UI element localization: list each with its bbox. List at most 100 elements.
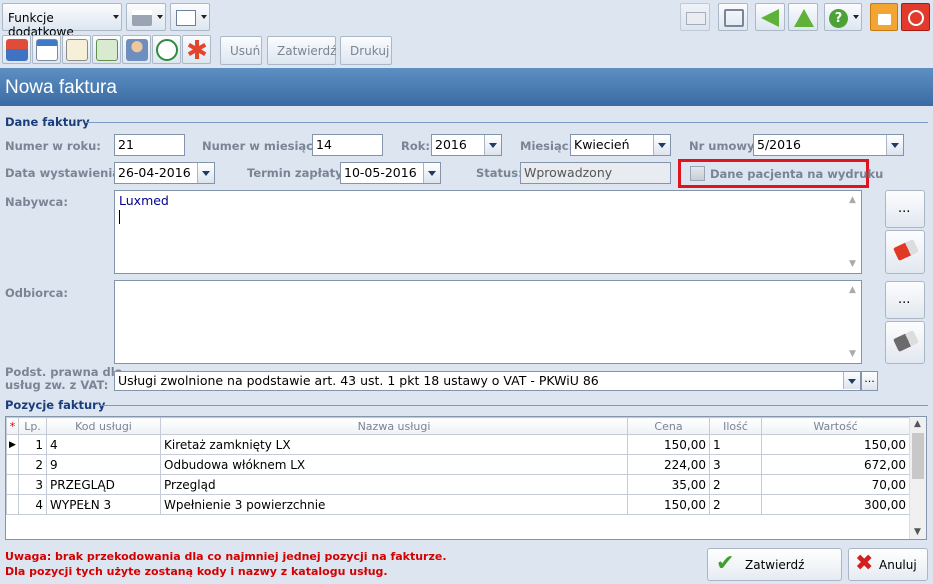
cell-ilosc[interactable]: 2 [709, 474, 762, 495]
cell-nazwa[interactable]: Przegląd [160, 474, 628, 495]
cell-cena[interactable]: 150,00 [627, 494, 710, 515]
documents-button[interactable] [92, 35, 121, 64]
nr-umowy-value: 5/2016 [757, 137, 801, 152]
row-selector[interactable] [6, 494, 19, 515]
scroll-down-icon: ▼ [849, 259, 856, 269]
zatwierdz-toolbar-label: Zatwierdź [277, 44, 337, 58]
column-header-ilosc[interactable]: Ilość [709, 417, 762, 435]
termin-zaplaty-select[interactable]: 10-05-2016 [340, 162, 441, 184]
mail-button[interactable] [680, 3, 710, 31]
odbiorca-textarea[interactable]: ▲ ▼ [114, 280, 862, 364]
nabywca-textarea[interactable]: Luxmed ▲ ▼ [114, 190, 862, 274]
chevron-down-icon[interactable] [886, 135, 903, 155]
miesiac-value: Kwiecień [574, 137, 630, 152]
column-header-kod[interactable]: Kod usługi [46, 417, 161, 435]
warning-line-2: Dla pozycji tych użyte zostaną kody i na… [5, 565, 388, 578]
scroll-up-icon: ▲ [849, 195, 856, 205]
cell-lp: 4 [18, 494, 47, 515]
medical-button[interactable]: ✱ [182, 35, 211, 64]
dane-pacjenta-checkbox[interactable] [690, 166, 705, 181]
odbiorca-browse-label: ... [898, 292, 911, 307]
cell-ilosc[interactable]: 3 [709, 454, 762, 475]
miesiac-select[interactable]: Kwiecień [570, 134, 671, 156]
schedule-button[interactable] [152, 35, 181, 64]
usun-button[interactable]: Usuń [220, 36, 262, 65]
nabywca-browse-label: ... [898, 201, 911, 216]
power-button[interactable] [901, 3, 930, 31]
odbiorca-scrollbar[interactable]: ▲ ▼ [844, 281, 861, 363]
clock-icon [156, 39, 178, 61]
cell-ilosc[interactable]: 1 [709, 434, 762, 455]
nabywca-scrollbar[interactable]: ▲ ▼ [844, 191, 861, 273]
back-button[interactable] [755, 3, 785, 31]
column-header-cena[interactable]: Cena [627, 417, 710, 435]
home-button[interactable] [2, 35, 31, 64]
nr-umowy-label: Nr umowy: [689, 139, 760, 153]
podst-prawna-select[interactable]: Usługi zwolnione na podstawie art. 43 us… [114, 371, 861, 391]
anuluj-button[interactable]: ✖ Anuluj [848, 548, 928, 581]
zatwierdz-toolbar-button[interactable]: Zatwierdź [267, 36, 336, 65]
drukuj-button[interactable]: Drukuj [340, 36, 392, 65]
help-dropdown-button[interactable]: ? [824, 3, 862, 31]
cell-kod[interactable]: WYPEŁN 3 [46, 494, 161, 515]
rok-select[interactable]: 2016 [431, 134, 502, 156]
column-header-lp[interactable]: Lp. [18, 417, 47, 435]
chevron-down-icon[interactable] [197, 163, 214, 183]
scroll-up-icon[interactable]: ▲ [914, 419, 921, 429]
scroll-up-icon: ▲ [849, 285, 856, 295]
arrow-up-icon [794, 9, 814, 27]
cell-kod[interactable]: 9 [46, 454, 161, 475]
nabywca-clear-button[interactable] [885, 230, 925, 274]
warning-message: Uwaga: brak przekodowania dla co najmnie… [5, 549, 447, 579]
zatwierdz-button[interactable]: ✔ Zatwierdź [707, 548, 842, 581]
cell-cena[interactable]: 35,00 [627, 474, 710, 495]
row-selector-current[interactable]: ▶ [6, 434, 19, 455]
odbiorca-browse-button[interactable]: ... [885, 281, 925, 319]
chevron-down-icon[interactable] [484, 135, 501, 155]
table-row[interactable]: ▶ 1 4 Kiretaż zamknięty LX 150,00 1 150,… [6, 434, 910, 455]
scroll-thumb[interactable] [912, 433, 924, 479]
patients-button[interactable] [122, 35, 151, 64]
network-button[interactable] [718, 3, 748, 31]
table-row[interactable]: 3 PRZEGLĄD Przegląd 35,00 2 70,00 [6, 474, 910, 495]
cell-cena[interactable]: 224,00 [627, 454, 710, 475]
odbiorca-clear-button[interactable] [885, 321, 925, 364]
cell-ilosc[interactable]: 2 [709, 494, 762, 515]
chevron-down-icon[interactable] [653, 135, 670, 155]
notes-button[interactable] [62, 35, 91, 64]
layout-icon [176, 10, 196, 26]
chevron-down-icon[interactable] [843, 372, 860, 389]
chevron-down-icon[interactable] [423, 163, 440, 183]
data-wystawienia-select[interactable]: 26-04-2016 [114, 162, 215, 184]
cell-nazwa[interactable]: Kiretaż zamknięty LX [160, 434, 628, 455]
lock-button[interactable] [870, 3, 898, 31]
numer-w-miesiacu-input[interactable]: 14 [312, 134, 383, 156]
column-header-wartosc[interactable]: Wartość [761, 417, 910, 435]
row-selector[interactable] [6, 474, 19, 495]
section-divider [99, 405, 928, 406]
layout-dropdown-button[interactable] [170, 3, 210, 31]
table-row[interactable]: 2 9 Odbudowa włóknem LX 224,00 3 672,00 [6, 454, 910, 475]
chevron-down-icon [201, 15, 207, 19]
cell-kod[interactable]: 4 [46, 434, 161, 455]
scroll-down-icon: ▼ [849, 349, 856, 359]
table-row[interactable]: 4 WYPEŁN 3 Wpełnienie 3 powierzchnie 150… [6, 494, 910, 515]
numer-w-roku-label: Numer w roku: [5, 139, 101, 153]
nabywca-browse-button[interactable]: ... [885, 190, 925, 228]
scroll-down-icon[interactable]: ▼ [914, 527, 921, 537]
podst-prawna-browse-button[interactable]: ... [861, 371, 878, 391]
column-header-nazwa[interactable]: Nazwa usługi [160, 417, 628, 435]
cell-nazwa[interactable]: Odbudowa włóknem LX [160, 454, 628, 475]
cell-kod[interactable]: PRZEGLĄD [46, 474, 161, 495]
funkcje-dodatkowe-dropdown[interactable]: Funkcje dodatkowe [2, 3, 122, 39]
nr-umowy-select[interactable]: 5/2016 [753, 134, 904, 156]
calendar-button[interactable] [32, 35, 61, 64]
lock-icon [878, 14, 891, 25]
numer-w-roku-input[interactable]: 21 [114, 134, 185, 156]
print-dropdown-button[interactable] [126, 3, 166, 31]
up-button[interactable] [788, 3, 818, 31]
cell-nazwa[interactable]: Wpełnienie 3 powierzchnie [160, 494, 628, 515]
cell-cena[interactable]: 150,00 [627, 434, 710, 455]
row-selector[interactable] [6, 454, 19, 475]
pozycje-scrollbar[interactable]: ▲ ▼ [909, 417, 926, 539]
